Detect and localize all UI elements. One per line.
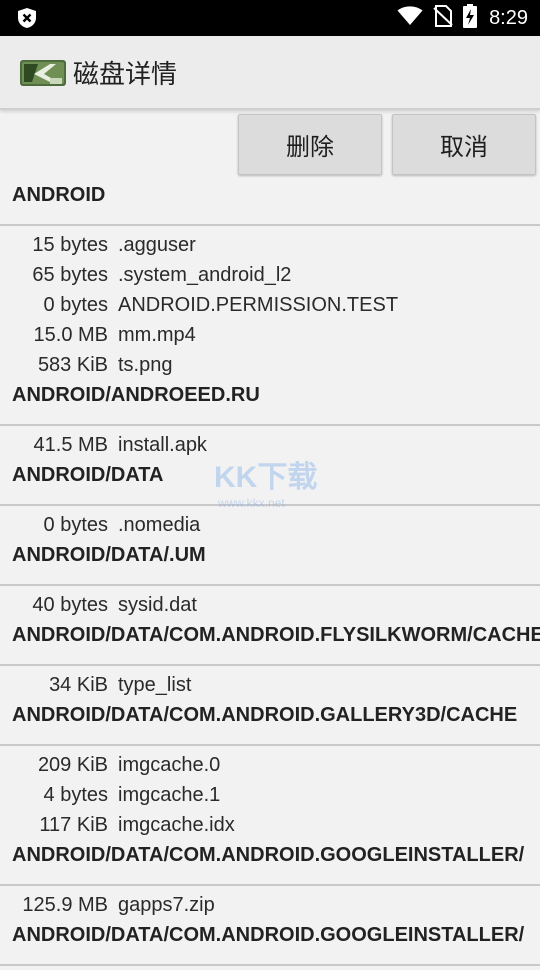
divider [0, 504, 540, 506]
status-bar: 8:29 [0, 0, 540, 36]
no-sim-icon [433, 5, 453, 31]
file-size: 34 KiB [49, 674, 108, 696]
directory-header: ANDROID/DATA [12, 464, 164, 486]
file-row[interactable]: 15 bytes .agguser [0, 230, 540, 260]
file-name: type_list [118, 674, 192, 696]
directory-header: ANDROID/DATA/.UM [12, 544, 206, 566]
file-row[interactable]: 15.0 MB mm.mp4 [0, 320, 540, 350]
file-size: 15.0 MB [33, 324, 108, 346]
shield-x-icon [16, 7, 38, 33]
file-name: imgcache.0 [118, 754, 221, 776]
file-size: 125.9 MB [22, 894, 108, 916]
file-name: .agguser [118, 234, 196, 256]
delete-button[interactable]: 删除 [238, 114, 382, 175]
directory-header: ANDROID/DATA/COM.ANDROID.GALLERY3D/CACHE [12, 704, 518, 726]
directory-header: ANDROID/DATA/COM.ANDROID.FLYSILKWORM/CAC… [12, 624, 540, 646]
directory-header: ANDROID/DATA/COM.ANDROID.GOOGLEINSTALLER… [12, 844, 525, 866]
divider [0, 744, 540, 746]
page-title: 磁盘详情 [73, 60, 178, 90]
file-name: imgcache.1 [118, 784, 221, 806]
file-row[interactable]: 583 KiB ts.png [0, 350, 540, 380]
divider [0, 424, 540, 426]
file-row[interactable]: 117 KiB imgcache.idx [0, 810, 540, 840]
file-name: .nomedia [118, 514, 201, 536]
file-size: 41.5 MB [33, 434, 108, 456]
file-size: 4 bytes [43, 784, 108, 806]
file-row[interactable]: 0 bytes ANDROID.PERMISSION.TEST [0, 290, 540, 320]
cancel-button[interactable]: 取消 [392, 114, 536, 175]
directory-header: ANDROID/DATA/COM.ANDROID.GOOGLEINSTALLER… [12, 924, 525, 946]
app-bar: 磁盘详情 [0, 36, 540, 110]
file-name: install.apk [118, 434, 207, 456]
file-name: ts.png [118, 354, 173, 376]
file-row[interactable]: 34 KiB type_list [0, 670, 540, 700]
file-row[interactable]: 65 bytes .system_android_l2 [0, 260, 540, 290]
file-size: 15 bytes [32, 234, 108, 256]
file-name: sysid.dat [118, 594, 197, 616]
file-size: 0 bytes [43, 514, 108, 536]
directory-header: ANDROID/ANDROEED.RU [12, 384, 260, 406]
file-size: 583 KiB [37, 354, 108, 376]
file-row[interactable]: 40 bytes sysid.dat [0, 590, 540, 620]
divider [0, 884, 540, 886]
directory-header: ANDROID [12, 184, 106, 206]
wifi-icon [397, 6, 423, 30]
file-list: ANDROID 15 bytes .agguser 65 bytes .syst… [0, 180, 540, 970]
file-size: 209 KiB [37, 754, 108, 776]
file-name: mm.mp4 [118, 324, 196, 346]
file-size: 117 KiB [39, 814, 108, 836]
divider [0, 224, 540, 226]
file-row[interactable]: 209 KiB imgcache.0 [0, 750, 540, 780]
file-name: .system_android_l2 [118, 264, 292, 286]
file-size: 65 bytes [32, 264, 108, 286]
app-logo-icon [20, 56, 66, 92]
file-size: 40 bytes [32, 594, 108, 616]
file-size: 0 bytes [43, 294, 108, 316]
divider [0, 584, 540, 586]
file-row[interactable]: 4 bytes imgcache.1 [0, 780, 540, 810]
file-row[interactable]: 125.9 MB gapps7.zip [0, 890, 540, 920]
file-name: imgcache.idx [118, 814, 235, 836]
clock: 8:29 [489, 6, 528, 29]
divider [0, 964, 540, 966]
file-name: ANDROID.PERMISSION.TEST [118, 294, 399, 316]
battery-charging-icon [463, 4, 478, 32]
file-row[interactable]: 41.5 MB install.apk [0, 430, 540, 460]
file-row[interactable]: 0 bytes .nomedia [0, 510, 540, 540]
file-name: gapps7.zip [118, 894, 215, 916]
divider [0, 664, 540, 666]
